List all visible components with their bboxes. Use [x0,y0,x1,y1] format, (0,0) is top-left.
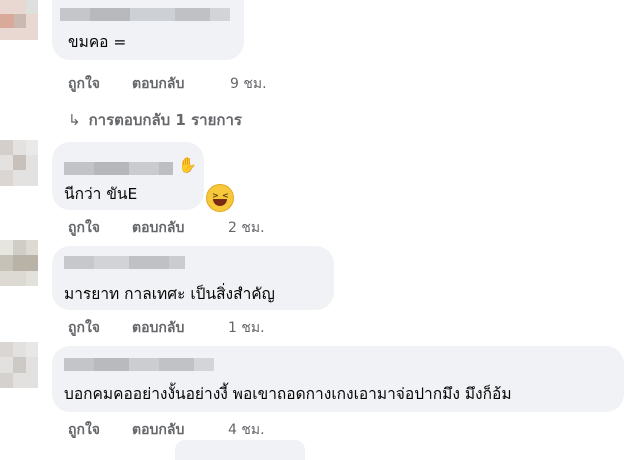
comment-bubble: มารยาท กาลเทศะ เป็นสิ่งสำคัญ [52,246,334,310]
comment-text: มารยาท กาลเทศะ เป็นสิ่งสำคัญ [64,285,275,303]
like-button[interactable]: ถูกใจ [68,218,100,238]
comment-bubble: บอกคมคออย่างงั้นอย่างงี้ พอเขาถอดกางเกงเ… [52,346,624,412]
timestamp[interactable]: 4 ชม. [228,420,265,440]
laughing-emoji-icon[interactable]: > < [206,184,234,212]
commenter-name-blurred[interactable] [64,356,214,371]
reply-button[interactable]: ตอบกลับ [132,318,184,338]
comment-bubble: ขมคอ = [52,0,244,60]
comment-actions: ถูกใจ ตอบกลับ 4 ชม. [68,420,288,440]
comment-bubble: นีกว่า ขันE [52,142,204,210]
comment-text: นีกว่า ขันE [64,185,138,203]
comment-actions: ถูกใจ ตอบกลับ 9 ชม. [68,74,288,94]
avatar[interactable] [0,140,38,186]
comment-text: ขมคอ = [68,33,127,51]
avatar[interactable] [0,0,38,40]
reply-button[interactable]: ตอบกลับ [132,420,184,440]
commenter-name-blurred[interactable] [64,254,185,269]
commenter-name-blurred[interactable] [60,6,230,21]
avatar[interactable] [0,240,38,286]
timestamp[interactable]: 9 ชม. [230,74,267,94]
reply-button[interactable]: ตอบกลับ [132,74,184,94]
timestamp[interactable]: 2 ชม. [228,218,265,238]
comment-actions: ถูกใจ ตอบกลับ 1 ชม. [68,318,288,338]
comment-text: บอกคมคออย่างงั้นอย่างงี้ พอเขาถอดกางเกงเ… [64,385,512,403]
view-replies-label: การตอบกลับ 1 รายการ [88,111,242,129]
comment-bubble-partial [175,440,305,460]
like-button[interactable]: ถูกใจ [68,318,100,338]
view-replies-link[interactable]: ↳ การตอบกลับ 1 รายการ [68,108,242,132]
comment-actions: ถูกใจ ตอบกลับ 2 ชม. [68,218,288,238]
commenter-name-blurred[interactable] [64,160,173,175]
reply-arrow-icon: ↳ [68,111,81,129]
avatar[interactable] [0,342,38,388]
like-button[interactable]: ถูกใจ [68,74,100,94]
reply-button[interactable]: ตอบกลับ [132,218,184,238]
timestamp[interactable]: 1 ชม. [228,318,265,338]
wave-hand-icon: ✋ [178,156,197,174]
like-button[interactable]: ถูกใจ [68,420,100,440]
